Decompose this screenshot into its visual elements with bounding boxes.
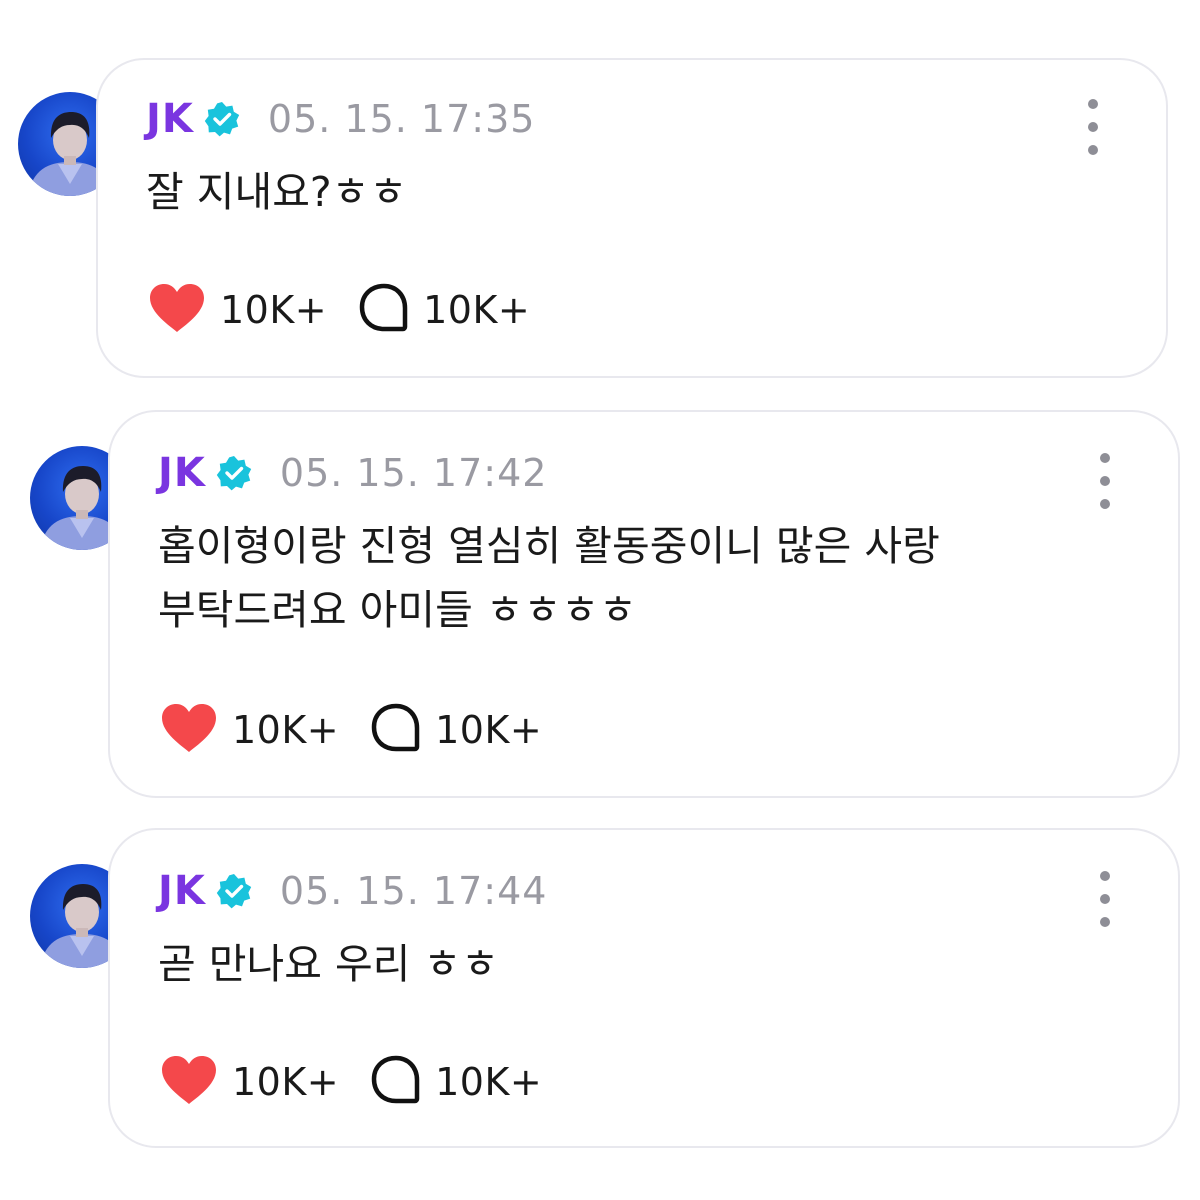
comment-bubble-icon xyxy=(369,702,421,758)
heart-icon xyxy=(160,702,218,758)
more-vertical-icon[interactable] xyxy=(1093,871,1117,927)
comment-count: 10K+ xyxy=(435,1060,543,1104)
comment-button[interactable]: 10K+ xyxy=(369,1054,542,1110)
post-header: JK 05. 15. 17:42 xyxy=(158,448,547,498)
comment-button[interactable]: 10K+ xyxy=(369,702,542,758)
comment-bubble-icon xyxy=(357,282,409,338)
heart-icon xyxy=(160,1054,218,1110)
comment-count: 10K+ xyxy=(435,708,543,752)
post-header: JK 05. 15. 17:35 xyxy=(146,94,535,144)
verified-badge-icon xyxy=(216,455,252,491)
post-actions: 10K+ 10K+ xyxy=(160,1054,542,1110)
comment-bubble-icon xyxy=(369,1054,421,1110)
post-message: 홉이형이랑 진형 열심히 활동중이니 많은 사랑 부탁드려요 아미들 ㅎㅎㅎㅎ xyxy=(158,522,940,634)
like-button[interactable]: 10K+ xyxy=(160,702,339,758)
post-actions: 10K+ 10K+ xyxy=(148,282,530,338)
post-message: 잘 지내요?ㅎㅎ xyxy=(146,168,408,216)
like-button[interactable]: 10K+ xyxy=(160,1054,339,1110)
like-count: 10K+ xyxy=(232,1060,340,1104)
more-vertical-icon[interactable] xyxy=(1093,453,1117,509)
post-actions: 10K+ 10K+ xyxy=(160,702,542,758)
post-timestamp: 05. 15. 17:42 xyxy=(279,451,548,495)
verified-badge-icon xyxy=(204,101,240,137)
heart-icon xyxy=(148,282,206,338)
like-button[interactable]: 10K+ xyxy=(148,282,327,338)
like-count: 10K+ xyxy=(232,708,340,752)
verified-badge-icon xyxy=(216,873,252,909)
comment-count: 10K+ xyxy=(423,288,531,332)
like-count: 10K+ xyxy=(220,288,328,332)
post-timestamp: 05. 15. 17:44 xyxy=(279,869,548,913)
author-name[interactable]: JK xyxy=(158,868,206,914)
post-message: 곧 만나요 우리 ㅎㅎ xyxy=(158,940,499,988)
author-name[interactable]: JK xyxy=(158,450,206,496)
author-name[interactable]: JK xyxy=(146,96,194,142)
comment-button[interactable]: 10K+ xyxy=(357,282,530,338)
more-vertical-icon[interactable] xyxy=(1081,99,1105,155)
post-header: JK 05. 15. 17:44 xyxy=(158,866,547,916)
post-timestamp: 05. 15. 17:35 xyxy=(267,97,536,141)
comment-feed: JK 05. 15. 17:35 잘 지내요?ㅎㅎ 10K+ 10K+ JK 0… xyxy=(0,0,1200,1200)
